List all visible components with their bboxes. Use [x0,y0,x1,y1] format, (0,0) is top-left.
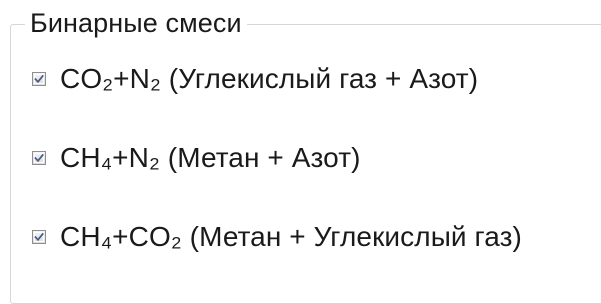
groupbox-title: Бинарные смеси [25,5,247,41]
checkbox-ch4-n2[interactable] [32,151,46,165]
option-label-co2-n2[interactable]: CO₂+N₂ (Углекислый газ + Азот) [60,61,478,97]
checkbox-co2-n2[interactable] [32,72,46,86]
option-ch4-n2[interactable]: CH₄+N₂ (Метан + Азот) [32,138,361,178]
checkbox-ch4-co2[interactable] [32,230,46,244]
option-label-ch4-co2[interactable]: CH₄+CO₂ (Метан + Углекислый газ) [60,219,522,255]
option-label-ch4-n2[interactable]: CH₄+N₂ (Метан + Азот) [60,140,361,176]
option-co2-n2[interactable]: CO₂+N₂ (Углекислый газ + Азот) [32,59,478,99]
check-icon [34,74,44,84]
check-icon [34,232,44,242]
check-icon [34,153,44,163]
option-ch4-co2[interactable]: CH₄+CO₂ (Метан + Углекислый газ) [32,217,522,257]
